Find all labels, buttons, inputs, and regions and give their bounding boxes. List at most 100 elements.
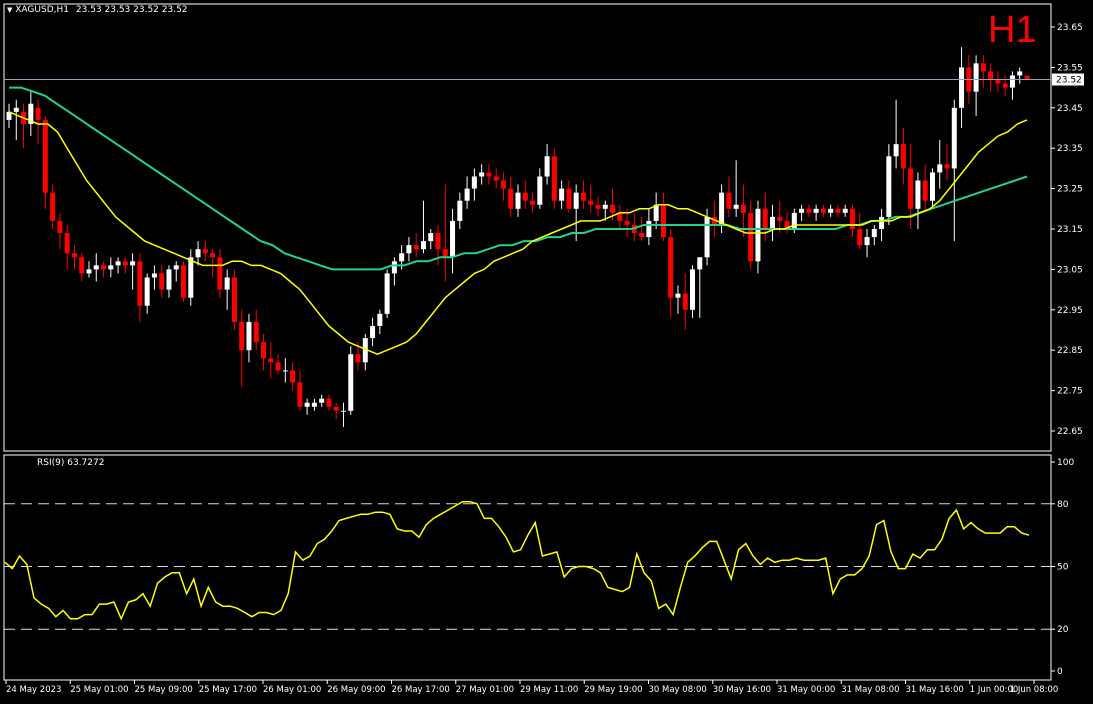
candle-bear bbox=[566, 188, 572, 209]
ohlc-readout: 23.53 23.53 23.52 23.52 bbox=[75, 5, 188, 15]
price-axis-label: 23.65 bbox=[1057, 23, 1083, 33]
candle-bear bbox=[159, 273, 165, 290]
candle-bear bbox=[42, 119, 48, 193]
price-axis-label: 22.85 bbox=[1057, 346, 1083, 356]
candle-bull bbox=[282, 370, 288, 372]
candle-bull bbox=[246, 321, 252, 351]
candle-bull bbox=[464, 188, 470, 201]
candle-bull bbox=[188, 257, 194, 298]
candle-bull bbox=[929, 172, 935, 201]
candle-bear bbox=[857, 229, 863, 246]
candle-bull bbox=[813, 208, 819, 213]
time-axis-label: 24 May 2023 bbox=[6, 685, 61, 695]
candle-bull bbox=[1009, 75, 1015, 88]
candle-bear bbox=[944, 164, 950, 169]
rsi-axis-label: 50 bbox=[1057, 563, 1069, 573]
candle-bull bbox=[871, 229, 877, 238]
candle-bear bbox=[726, 192, 732, 209]
candle-bear bbox=[326, 398, 332, 407]
candle-bull bbox=[370, 325, 376, 339]
candle-bull bbox=[719, 192, 725, 225]
current-price-label: 23.52 bbox=[1056, 76, 1082, 86]
time-axis-label: 31 May 08:00 bbox=[841, 685, 899, 695]
candle-bull bbox=[951, 107, 957, 169]
candle-bull bbox=[893, 144, 899, 157]
candle-bull bbox=[457, 200, 463, 221]
candle-bull bbox=[428, 233, 434, 242]
candle-bull bbox=[166, 269, 172, 290]
candle-bear bbox=[595, 204, 601, 209]
price-panel-frame bbox=[3, 3, 1052, 452]
candle-bear bbox=[181, 265, 187, 298]
candle-bear bbox=[639, 233, 645, 238]
candle-bull bbox=[704, 216, 710, 258]
candle-bear bbox=[1002, 83, 1008, 88]
candle-bull bbox=[675, 293, 681, 298]
candle-bear bbox=[668, 237, 674, 298]
candle-bear bbox=[908, 168, 914, 209]
candle-bull bbox=[471, 176, 477, 189]
candle-bull bbox=[173, 265, 179, 270]
candle-bear bbox=[820, 208, 826, 213]
candle-bull bbox=[544, 156, 550, 177]
candle-bull bbox=[311, 402, 317, 407]
candle-bear bbox=[137, 261, 143, 306]
candle-bull bbox=[915, 180, 921, 209]
candle-bull bbox=[479, 172, 485, 177]
rsi-panel-frame bbox=[3, 454, 1052, 681]
rsi-axis-label: 20 bbox=[1057, 625, 1069, 635]
candle-bear bbox=[922, 180, 928, 201]
candle-bear bbox=[660, 204, 666, 238]
timeframe-badge: H1 bbox=[988, 9, 1037, 51]
candle-bull bbox=[399, 253, 405, 262]
candle-bear bbox=[777, 216, 783, 221]
candle-bull bbox=[959, 67, 965, 108]
candle-bull bbox=[130, 261, 136, 266]
candle-bull bbox=[646, 220, 652, 238]
candle-bear bbox=[980, 63, 986, 72]
candle-bear bbox=[442, 249, 448, 258]
candle-bull bbox=[319, 398, 325, 403]
candle-bear bbox=[239, 321, 245, 351]
candle-bear bbox=[762, 208, 768, 229]
candle-bear bbox=[748, 212, 754, 262]
candle-bear bbox=[580, 192, 586, 201]
rsi-line bbox=[4, 500, 1030, 621]
candle-bull bbox=[697, 257, 703, 270]
candle-bear bbox=[1024, 75, 1030, 80]
time-axis-label: 26 May 09:00 bbox=[327, 685, 385, 695]
dropdown-triangle-icon[interactable]: ▼ bbox=[7, 6, 12, 14]
candle-bear bbox=[435, 233, 441, 250]
time-axis-label: 30 May 08:00 bbox=[649, 685, 707, 695]
candle-bull bbox=[115, 261, 121, 266]
candle-bear bbox=[995, 79, 1001, 84]
candle-bull bbox=[537, 176, 543, 205]
candle-bear bbox=[413, 245, 419, 250]
candle-bear bbox=[530, 200, 536, 205]
candle-bear bbox=[355, 354, 361, 363]
candle-bull bbox=[93, 265, 99, 270]
candle-bull bbox=[973, 63, 979, 92]
candle-bull bbox=[842, 208, 848, 213]
candle-bear bbox=[50, 192, 56, 221]
price-axis-label: 23.55 bbox=[1057, 63, 1083, 73]
candle-bull bbox=[86, 269, 92, 274]
chart-canvas[interactable]: 23.65 23.55 23.45 23.35 23.25 23.15 23.05 22.95… bbox=[0, 0, 1093, 700]
chart-header: ▼ XAGUSD,H1 23.53 23.53 23.52 23.52 bbox=[7, 5, 188, 16]
candle-bear bbox=[268, 358, 274, 363]
chart-window[interactable]: 23.65 23.55 23.45 23.35 23.25 23.15 23.05 22.95… bbox=[0, 0, 1093, 700]
candle-bear bbox=[682, 293, 688, 310]
candle-bear bbox=[610, 204, 616, 213]
candle-bear bbox=[486, 172, 492, 177]
candle-bear bbox=[64, 233, 70, 254]
price-axis-label: 23.45 bbox=[1057, 104, 1083, 114]
time-axis-label: 25 May 01:00 bbox=[70, 685, 128, 695]
candle-bull bbox=[1017, 71, 1023, 76]
candle-bear bbox=[122, 261, 128, 266]
candle-bear bbox=[740, 204, 746, 213]
candle-bull bbox=[224, 277, 230, 290]
candle-bull bbox=[770, 216, 775, 229]
time-axis-label: 26 May 17:00 bbox=[392, 685, 450, 695]
candle-bull bbox=[420, 241, 426, 250]
time-axis-label: 31 May 00:00 bbox=[777, 685, 835, 695]
